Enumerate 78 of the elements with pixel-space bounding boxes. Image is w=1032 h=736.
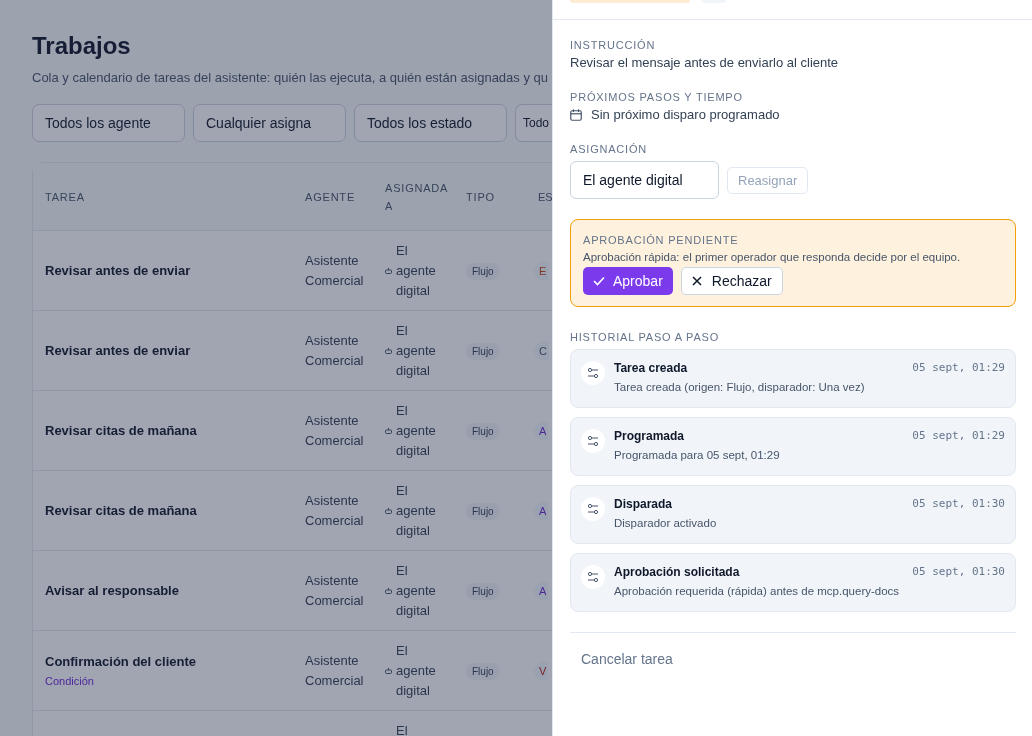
check-icon (593, 276, 605, 286)
robot-icon (385, 427, 392, 434)
type-tag: Flujo (466, 343, 500, 360)
approval-label: APROBACIÓN PENDIENTE (583, 233, 740, 248)
task-name: Revisar antes de enviar (45, 263, 192, 278)
assignee-name: El agente digital (396, 321, 437, 380)
history-title: Tarea creada (614, 361, 688, 375)
type-tag: Flujo (466, 583, 500, 600)
sliders-icon (581, 565, 605, 589)
status-tag: C (534, 342, 549, 360)
history-title: Programada (614, 429, 685, 443)
sliders-icon (581, 497, 605, 521)
status-tag: A (534, 582, 549, 600)
agent-name: Asistente Comercial (305, 491, 365, 530)
filter-select[interactable]: Todo (515, 104, 552, 142)
history-time: 05 sept, 01:30 (912, 497, 1005, 511)
status-tag: A (534, 502, 549, 520)
filter-select[interactable]: Todos los agente (32, 104, 185, 142)
history-detail: Disparador activado (614, 517, 718, 529)
robot-icon (385, 267, 392, 274)
column-header: TIPO (466, 189, 496, 205)
section-label: PRÓXIMOS PASOS Y TIEMPO (570, 90, 744, 105)
calendar-icon (570, 108, 582, 121)
reject-button[interactable]: Rechazar (680, 267, 783, 295)
column-header: AGENTE (305, 189, 357, 205)
history-time: 05 sept, 01:30 (912, 565, 1005, 579)
column-header: ES (538, 189, 552, 205)
status-tag: V (534, 662, 549, 680)
history-time: 05 sept, 01:29 (912, 429, 1005, 443)
assignee-name: El (396, 722, 409, 736)
section-label: ASIGNACIÓN (570, 142, 649, 157)
sliders-icon (581, 429, 605, 453)
task-name: Revisar antes de enviar (45, 343, 192, 358)
page-title: Trabajos (32, 32, 132, 60)
history-detail: Aprobación requerida (rápida) antes de mcp.query-docs (614, 585, 901, 597)
assignee-name: El agente digital (396, 241, 437, 300)
history-time: 05 sept, 01:29 (912, 361, 1005, 375)
status-tag: E (534, 262, 549, 280)
robot-icon (385, 667, 392, 674)
approval-text: Aprobación rápida: el primer operador que responda decide por el equipo. (583, 251, 962, 263)
status-tag: A (534, 422, 549, 440)
task-name: Confirmación del cliente (45, 654, 197, 669)
close-icon (691, 276, 702, 286)
robot-icon (385, 587, 392, 594)
approve-button[interactable]: Aprobar (583, 267, 673, 295)
instruction-text: Revisar el mensaje antes de enviarlo al cliente (570, 55, 840, 70)
task-name: Revisar citas de mañana (45, 423, 198, 438)
section-label: HISTORIAL PASO A PASO (570, 330, 721, 345)
type-tag: Flujo (466, 263, 500, 280)
assignee-name: El agente digital (396, 481, 437, 540)
type-tag: Flujo (466, 663, 500, 680)
assignee-name: El agente digital (396, 561, 437, 620)
robot-icon (385, 347, 392, 354)
history-title: Aprobación solicitada (614, 565, 740, 579)
schedule-text: Sin próximo disparo programado (591, 107, 780, 122)
filter-select[interactable]: Cualquier asigna (193, 104, 346, 142)
type-tag: Flujo (466, 423, 500, 440)
assignee-name: El agente digital (396, 401, 437, 460)
filter-select[interactable]: Todos los estado (354, 104, 507, 142)
task-note: Condición (45, 675, 95, 687)
history-title: Disparada (614, 497, 673, 511)
agent-name: Asistente Comercial (305, 571, 365, 610)
task-name: Revisar citas de mañana (45, 503, 198, 518)
agent-name: Asistente Comercial (305, 251, 365, 290)
robot-icon (385, 507, 392, 514)
agent-name: Asistente Comercial (305, 331, 365, 370)
sliders-icon (581, 361, 605, 385)
column-header: TAREA (44, 189, 86, 205)
type-tag: Flujo (466, 503, 500, 520)
assignee-name: El agente digital (396, 641, 437, 700)
history-detail: Programada para 05 sept, 01:29 (614, 449, 781, 461)
page-subtitle: Cola y calendario de tareas del asistente: quién las ejecuta, a quién están asignadas y qu (32, 70, 549, 85)
cancel-task-button[interactable]: Cancelar tarea (571, 647, 683, 671)
agent-name: Asistente Comercial (305, 411, 365, 450)
section-label: INSTRUCCIÓN (570, 38, 657, 53)
agent-name: Asistente Comercial (305, 651, 365, 690)
task-name: Avisar al responsable (45, 583, 180, 598)
history-detail: Tarea creada (origen: Flujo, disparador: Una vez) (614, 381, 866, 393)
